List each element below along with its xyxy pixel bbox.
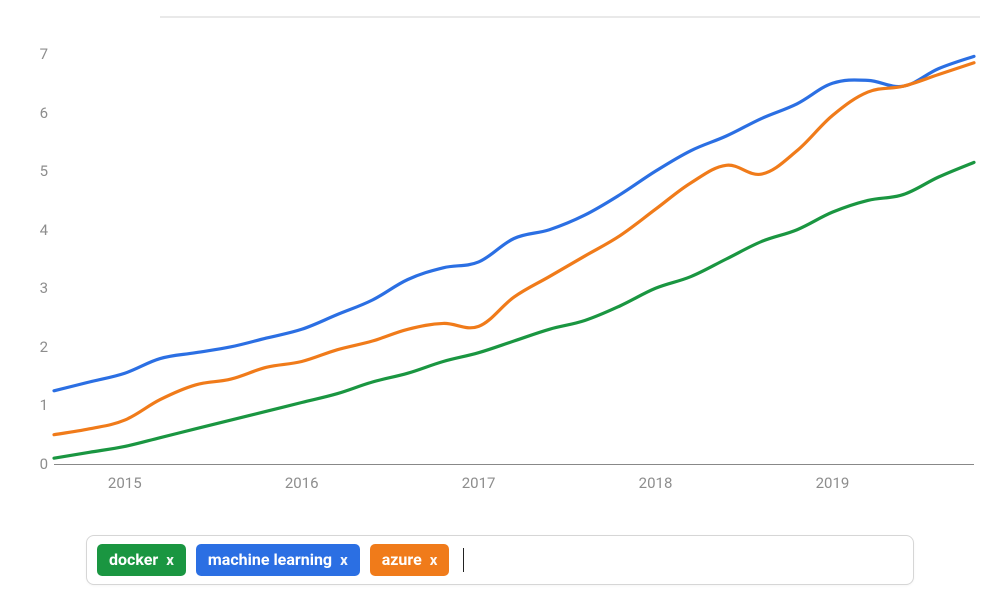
text-input-caret[interactable] bbox=[463, 548, 464, 572]
y-tick-label: 4 bbox=[24, 221, 48, 239]
chart-x-axis-line bbox=[54, 464, 974, 465]
tag-azure[interactable]: azure x bbox=[370, 544, 450, 576]
chart-plot-area: 0123456720152016201720182019 bbox=[54, 54, 974, 464]
x-tick-label: 2019 bbox=[816, 474, 850, 492]
series-line-docker bbox=[54, 162, 974, 458]
tag-label: docker bbox=[109, 552, 158, 568]
x-tick-label: 2016 bbox=[285, 474, 319, 492]
y-tick-label: 0 bbox=[24, 455, 48, 473]
y-tick-label: 1 bbox=[24, 396, 48, 414]
tag-label: machine learning bbox=[208, 552, 332, 568]
x-tick-label: 2018 bbox=[639, 474, 673, 492]
tag-machine-learning[interactable]: machine learning x bbox=[196, 544, 360, 576]
y-tick-label: 7 bbox=[24, 45, 48, 63]
chart-lines-svg bbox=[54, 54, 974, 464]
y-tick-label: 2 bbox=[24, 338, 48, 356]
series-line-azure bbox=[54, 63, 974, 435]
y-tick-label: 5 bbox=[24, 162, 48, 180]
chart-top-divider bbox=[160, 16, 980, 18]
page-root: 0 1 2 3 4 5 6 7 2015 2016 2017 2018 2019 docker x ma… bbox=[0, 0, 1000, 609]
x-tick-label: 2017 bbox=[462, 474, 496, 492]
tag-docker[interactable]: docker x bbox=[97, 544, 186, 576]
y-tick-label: 3 bbox=[24, 279, 48, 297]
y-tick-label: 6 bbox=[24, 104, 48, 122]
chart: 0 1 2 3 4 5 6 7 2015 2016 2017 2018 2019 bbox=[20, 16, 980, 506]
close-icon[interactable]: x bbox=[166, 553, 174, 568]
close-icon[interactable]: x bbox=[340, 553, 348, 568]
tag-label: azure bbox=[382, 552, 422, 568]
tag-input-bar[interactable]: docker x machine learning x azure x bbox=[86, 535, 914, 585]
x-tick-label: 2015 bbox=[108, 474, 142, 492]
close-icon[interactable]: x bbox=[430, 553, 438, 568]
